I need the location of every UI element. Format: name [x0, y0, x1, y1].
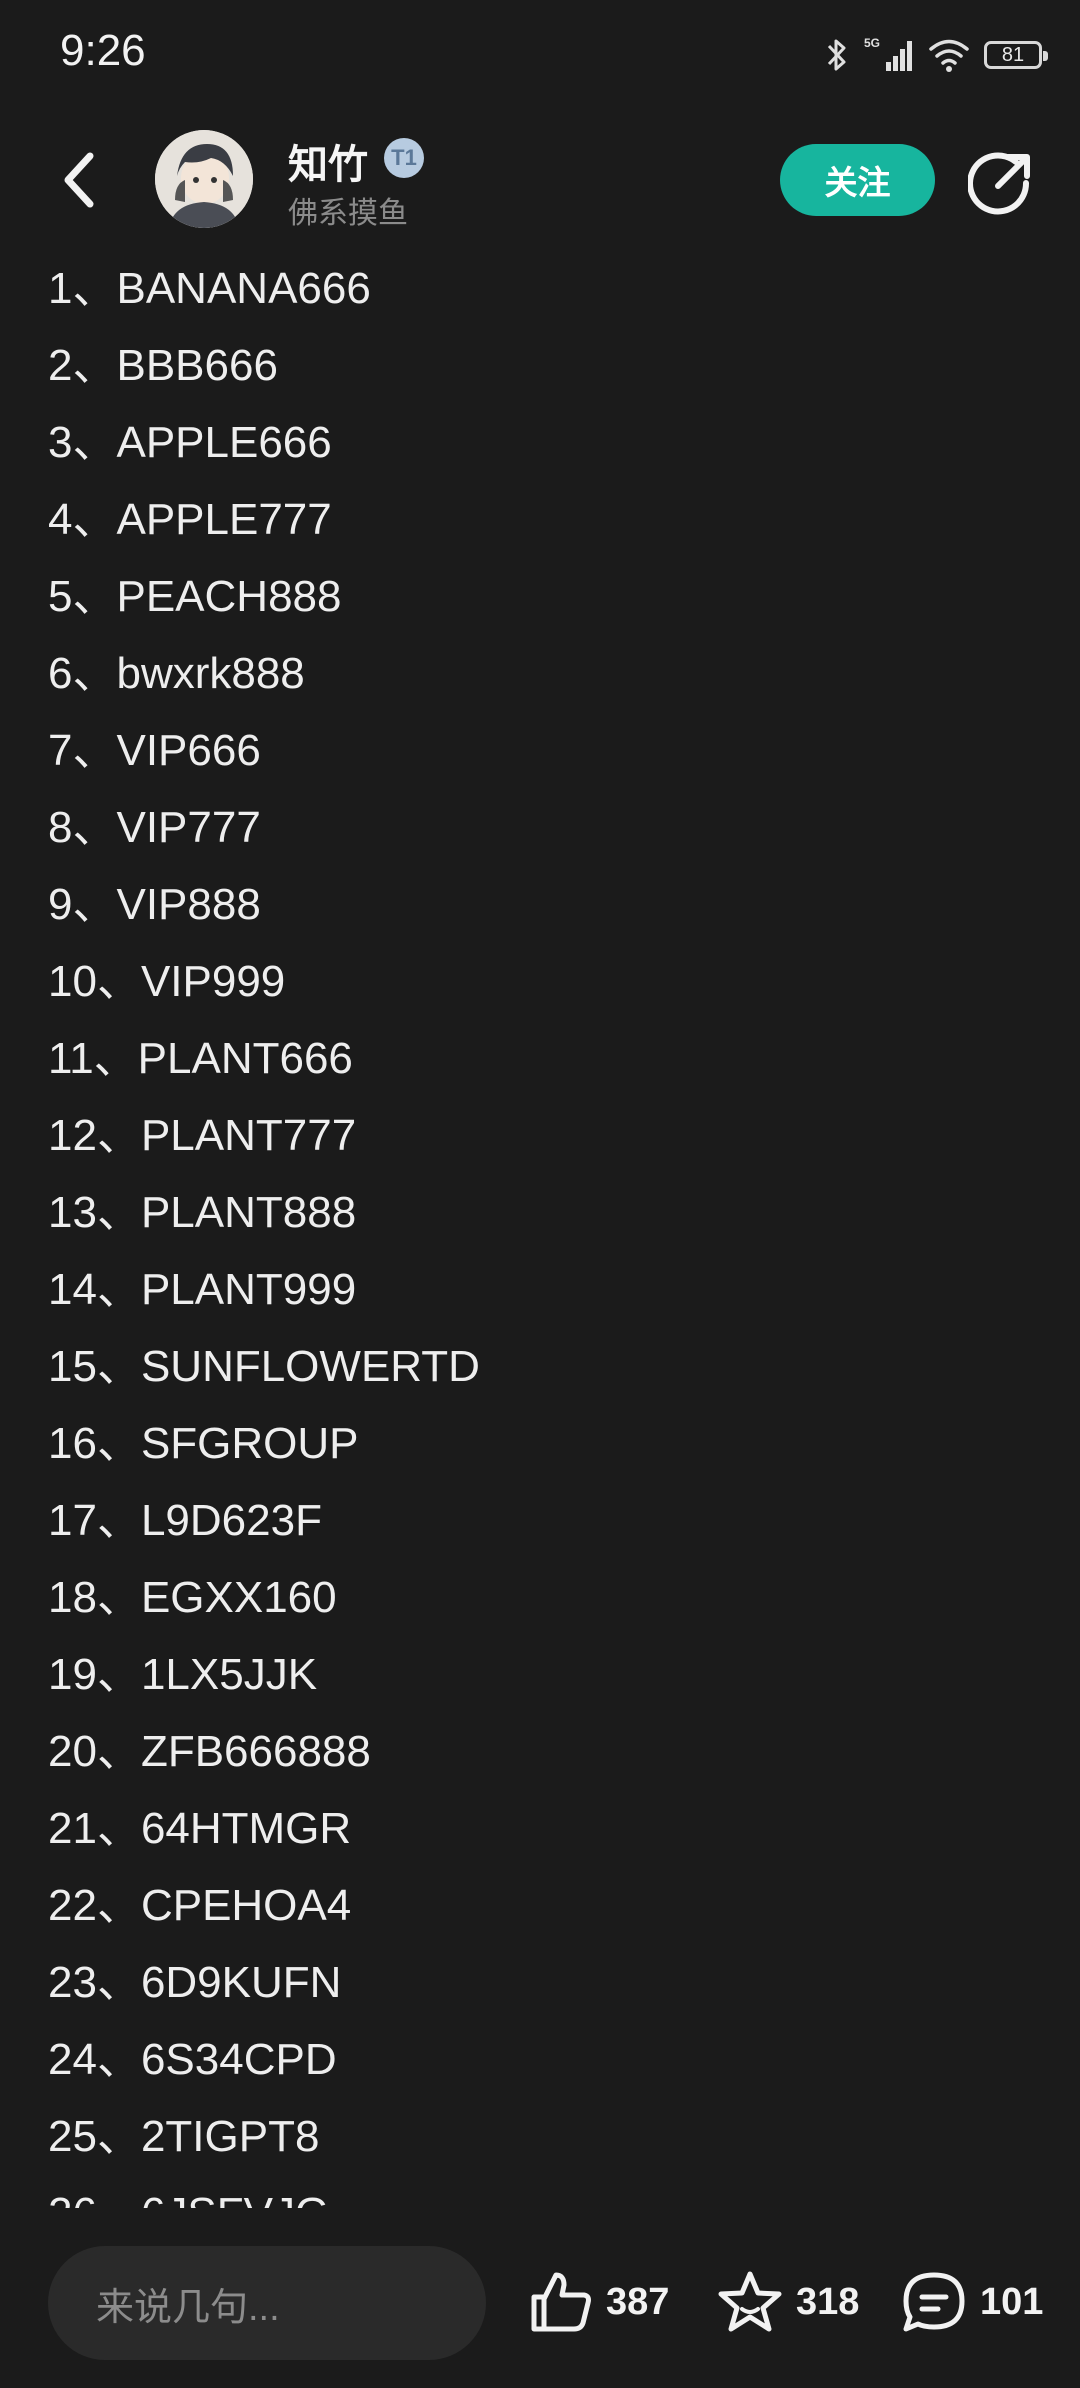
post-header: 知竹 T1 佛系摸鱼 关注 — [0, 120, 1080, 240]
list-item: 23、6D9KUFN — [48, 1958, 342, 2007]
favorite-button[interactable]: 318 — [716, 2262, 859, 2342]
list-item: 26、6JSFVJG — [48, 2192, 329, 2209]
list-item: 1、BANANA666 — [48, 264, 371, 313]
status-icons: 5G 81 — [824, 30, 1048, 80]
user-name[interactable]: 知竹 — [288, 132, 368, 190]
star-icon — [718, 2271, 782, 2332]
list-item: 5、PEACH888 — [48, 572, 342, 621]
list-item: 17、L9D623F — [48, 1496, 322, 1545]
like-count: 387 — [606, 2280, 670, 2323]
list-item: 20、ZFB666888 — [48, 1727, 371, 1776]
level-badge: T1 — [384, 138, 424, 178]
list-item: 24、6S34CPD — [48, 2035, 337, 2084]
list-item: 25、2TIGPT8 — [48, 2112, 320, 2161]
list-item: 15、SUNFLOWERTD — [48, 1342, 480, 1391]
comment-count: 101 — [980, 2280, 1044, 2323]
list-item: 9、VIP888 — [48, 880, 261, 929]
like-button[interactable]: 387 — [528, 2262, 669, 2342]
battery-icon: 81 — [984, 41, 1048, 69]
comment-input[interactable]: 来说几句... — [48, 2246, 486, 2360]
post-content: 1、BANANA666 2、BBB666 3、APPLE666 4、APPLE777 5… — [0, 248, 1080, 2209]
list-item: 14、PLANT999 — [48, 1265, 357, 1314]
list-item: 3、APPLE666 — [48, 418, 332, 467]
avatar-image — [155, 130, 253, 228]
bluetooth-icon — [827, 39, 846, 71]
list-item: 2、BBB666 — [48, 341, 278, 390]
list-item: 19、1LX5JJK — [48, 1650, 318, 1699]
user-subtitle: 佛系摸鱼 — [288, 197, 408, 230]
share-button[interactable] — [967, 150, 1034, 216]
wifi-icon — [929, 39, 969, 72]
battery-level: 81 — [1001, 44, 1025, 66]
status-bar: 9:26 5G 81 — [0, 0, 1080, 110]
like-icon — [531, 2272, 591, 2332]
list-item: 13、PLANT888 — [48, 1188, 357, 1237]
network-label: 5G — [864, 36, 880, 50]
list-item: 6、bwxrk888 — [48, 649, 305, 698]
list-item: 22、CPEHOA4 — [48, 1881, 352, 1930]
comment-icon — [903, 2272, 965, 2332]
back-icon — [64, 152, 94, 208]
list-item: 4、APPLE777 — [48, 495, 332, 544]
comment-button[interactable]: 101 — [900, 2262, 1043, 2342]
list-item: 16、SFGROUP — [48, 1419, 359, 1468]
list-item: 8、VIP777 — [48, 803, 261, 852]
list-item: 21、64HTMGR — [48, 1804, 352, 1853]
status-time: 9:26 — [60, 26, 146, 75]
bottom-bar: 来说几句... 387 318 101 — [0, 2208, 1080, 2388]
list-item: 10、VIP999 — [48, 957, 286, 1006]
follow-button[interactable]: 关注 — [780, 144, 935, 216]
share-icon — [967, 152, 1030, 215]
avatar[interactable] — [155, 130, 253, 228]
favorite-count: 318 — [796, 2280, 860, 2323]
signal-icon: 5G — [864, 36, 912, 71]
back-button[interactable] — [50, 148, 110, 212]
list-item: 11、PLANT666 — [48, 1034, 353, 1083]
list-item: 12、PLANT777 — [48, 1111, 357, 1160]
list-item: 18、EGXX160 — [48, 1573, 337, 1622]
list-item: 7、VIP666 — [48, 726, 261, 775]
